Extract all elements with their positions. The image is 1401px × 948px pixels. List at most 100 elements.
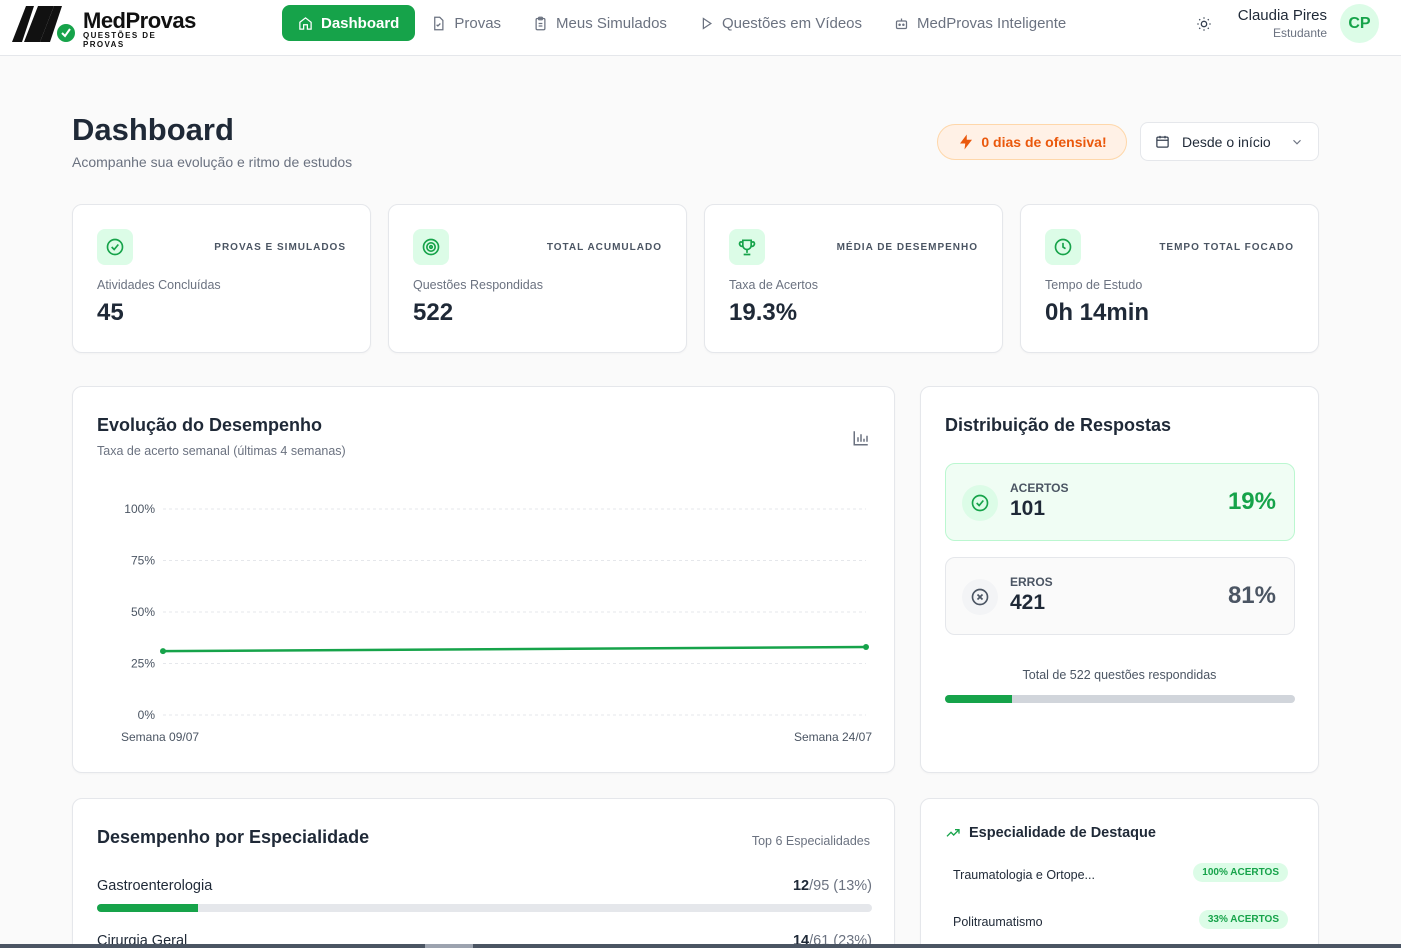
stat-value: 0h 14min (1045, 299, 1150, 326)
highlight-badge: 100% ACERTOS (1193, 863, 1288, 882)
highlight-item: Traumatologia e Ortope... 100% ACERTOS (953, 863, 1288, 884)
play-icon (702, 16, 712, 30)
specialty-name: Gastroenterologia (97, 878, 213, 894)
evolution-line-chart: 0% 25% 50% 75% 100% Semana 09/07 Semana 24/07 (121, 502, 872, 744)
nav-questoes-videos[interactable]: Questões em Vídeos (683, 5, 878, 41)
home-icon (299, 16, 312, 30)
wrong-count: 421 (1010, 591, 1046, 614)
page-subtitle: Acompanhe sua evolução e ritmo de estudo… (72, 154, 353, 170)
page-title: Dashboard (72, 112, 234, 147)
target-icon (413, 229, 449, 265)
stat-tag: PROVAS E SIMULADOS (214, 242, 346, 253)
stat-tag: MÉDIA DE DESEMPENHO (836, 242, 978, 253)
x-circle-icon (962, 579, 998, 615)
horizontal-scrollbar[interactable] (0, 944, 1401, 948)
trophy-icon (729, 229, 765, 265)
specialty-progress-fill (97, 904, 198, 912)
highlight-item: Politraumatismo 33% ACERTOS (953, 910, 1288, 931)
chart-y-tick-label: 50% (131, 605, 155, 619)
specialty-title: Desempenho por Especialidade (97, 827, 370, 847)
nav-meus-simulados[interactable]: Meus Simulados (517, 5, 683, 41)
chart-data-point (160, 648, 166, 655)
specialty-performance-card: Desempenho por Especialidade Top 6 Espec… (72, 798, 895, 948)
stat-label: Questões Respondidas (413, 278, 543, 292)
user-role: Estudante (1272, 26, 1327, 40)
medprovas-logo-icon (12, 6, 75, 42)
check-circle-icon (97, 229, 133, 265)
distribution-card: Distribuição de Respostas ACERTOS 101 19… (920, 386, 1319, 773)
stat-value: 45 (97, 299, 124, 326)
chart-y-tick-label: 100% (124, 502, 155, 516)
sun-icon (1197, 17, 1211, 31)
stat-label: Atividades Concluídas (97, 278, 221, 292)
nav-label: Meus Simulados (556, 14, 667, 32)
nav-label: Questões em Vídeos (721, 14, 863, 32)
wrong-percent: 81% (1227, 582, 1276, 609)
stat-label: Taxa de Acertos (729, 278, 818, 292)
distribution-progress-fill (945, 695, 1012, 703)
nav-dashboard[interactable]: Dashboard (282, 5, 416, 41)
nav-label: Dashboard (321, 14, 400, 32)
top-navbar: MedProvas QUESTÕES DE PROVAS Dashboard P… (0, 0, 1401, 56)
clipboard-icon (535, 16, 546, 30)
brand-logo[interactable]: MedProvas QUESTÕES DE PROVAS (10, 2, 200, 49)
correct-count: 101 (1010, 497, 1046, 520)
nav-medprovas-inteligente[interactable]: MedProvas Inteligente (878, 5, 1082, 41)
user-name: Claudia Pires (1237, 7, 1327, 24)
distribution-progress-bar (945, 695, 1295, 703)
brand-tagline: QUESTÕES DE PROVAS (83, 31, 157, 49)
stat-tag: TOTAL ACUMULADO (546, 242, 662, 253)
stat-card-taxa: MÉDIA DE DESEMPENHO Taxa de Acertos 19.3… (704, 204, 1003, 353)
highlight-badge: 33% ACERTOS (1198, 910, 1288, 929)
specialty-score: 12/95 (13%) (793, 878, 872, 894)
clock-icon (1045, 229, 1081, 265)
stat-card-tempo: TEMPO TOTAL FOCADO Tempo de Estudo 0h 14… (1020, 204, 1319, 353)
streak-text: 0 dias de ofensiva! (981, 134, 1107, 150)
period-value: Desde o início (1182, 133, 1271, 150)
nav-label: MedProvas Inteligente (917, 14, 1067, 32)
stat-card-atividades: PROVAS E SIMULADOS Atividades Concluídas… (72, 204, 371, 353)
trending-up-icon (946, 829, 960, 837)
total-answered-text: Total de 522 questões respondidas (1022, 668, 1217, 682)
stat-value: 522 (413, 299, 454, 326)
robot-icon (895, 18, 908, 29)
specialty-correct: 12 (792, 878, 810, 894)
period-select[interactable]: Desde o início (1140, 122, 1319, 161)
avatar[interactable]: CP (1340, 4, 1379, 43)
highlight-title-row: Especialidade de Destaque (945, 825, 1156, 841)
main-nav: Dashboard Provas Meus Simulados Questões… (282, 5, 1082, 41)
chevron-down-icon (1293, 139, 1301, 145)
stat-tag: TEMPO TOTAL FOCADO (1159, 242, 1294, 253)
highlight-title: Especialidade de Destaque (969, 825, 1156, 841)
highlight-name: Politraumatismo (953, 915, 1043, 929)
nav-label: Provas (454, 14, 502, 32)
highlight-name: Traumatologia e Ortope... (953, 868, 1095, 882)
check-circle-icon (962, 485, 998, 521)
calendar-icon (1156, 135, 1169, 148)
chart-series-line (162, 645, 867, 653)
wrong-answers-box: ERROS 421 81% (945, 557, 1295, 635)
chart-y-tick-label: 25% (131, 657, 155, 671)
correct-answers-box: ACERTOS 101 19% (945, 463, 1295, 541)
specialty-progress-bar (97, 904, 872, 912)
chart-y-tick-label: 0% (138, 708, 156, 722)
stat-value: 19.3% (729, 299, 798, 326)
correct-label: ACERTOS (1010, 481, 1069, 495)
wrong-label: ERROS (1010, 575, 1053, 589)
theme-toggle-button[interactable] (1193, 13, 1215, 35)
evolution-card: Evolução do Desempenho Taxa de acerto se… (72, 386, 895, 773)
document-icon (434, 16, 444, 30)
chart-x-tick-label: Semana 09/07 (121, 730, 199, 744)
chart-x-tick-label: Semana 24/07 (794, 730, 872, 744)
streak-badge: 0 dias de ofensiva! (937, 124, 1127, 160)
nav-provas[interactable]: Provas (415, 5, 517, 41)
correct-percent: 19% (1227, 488, 1276, 515)
distribution-title: Distribuição de Respostas (945, 415, 1172, 435)
stat-card-questoes: TOTAL ACUMULADO Questões Respondidas 522 (388, 204, 687, 353)
scrollbar-thumb[interactable] (425, 944, 473, 948)
highlight-specialty-card: Especialidade de Destaque Traumatologia … (920, 798, 1319, 948)
chart-y-tick-label: 75% (131, 554, 155, 568)
stat-label: Tempo de Estudo (1045, 278, 1143, 292)
specialty-caption: Top 6 Especialidades (751, 834, 870, 848)
lightning-icon (960, 134, 973, 150)
